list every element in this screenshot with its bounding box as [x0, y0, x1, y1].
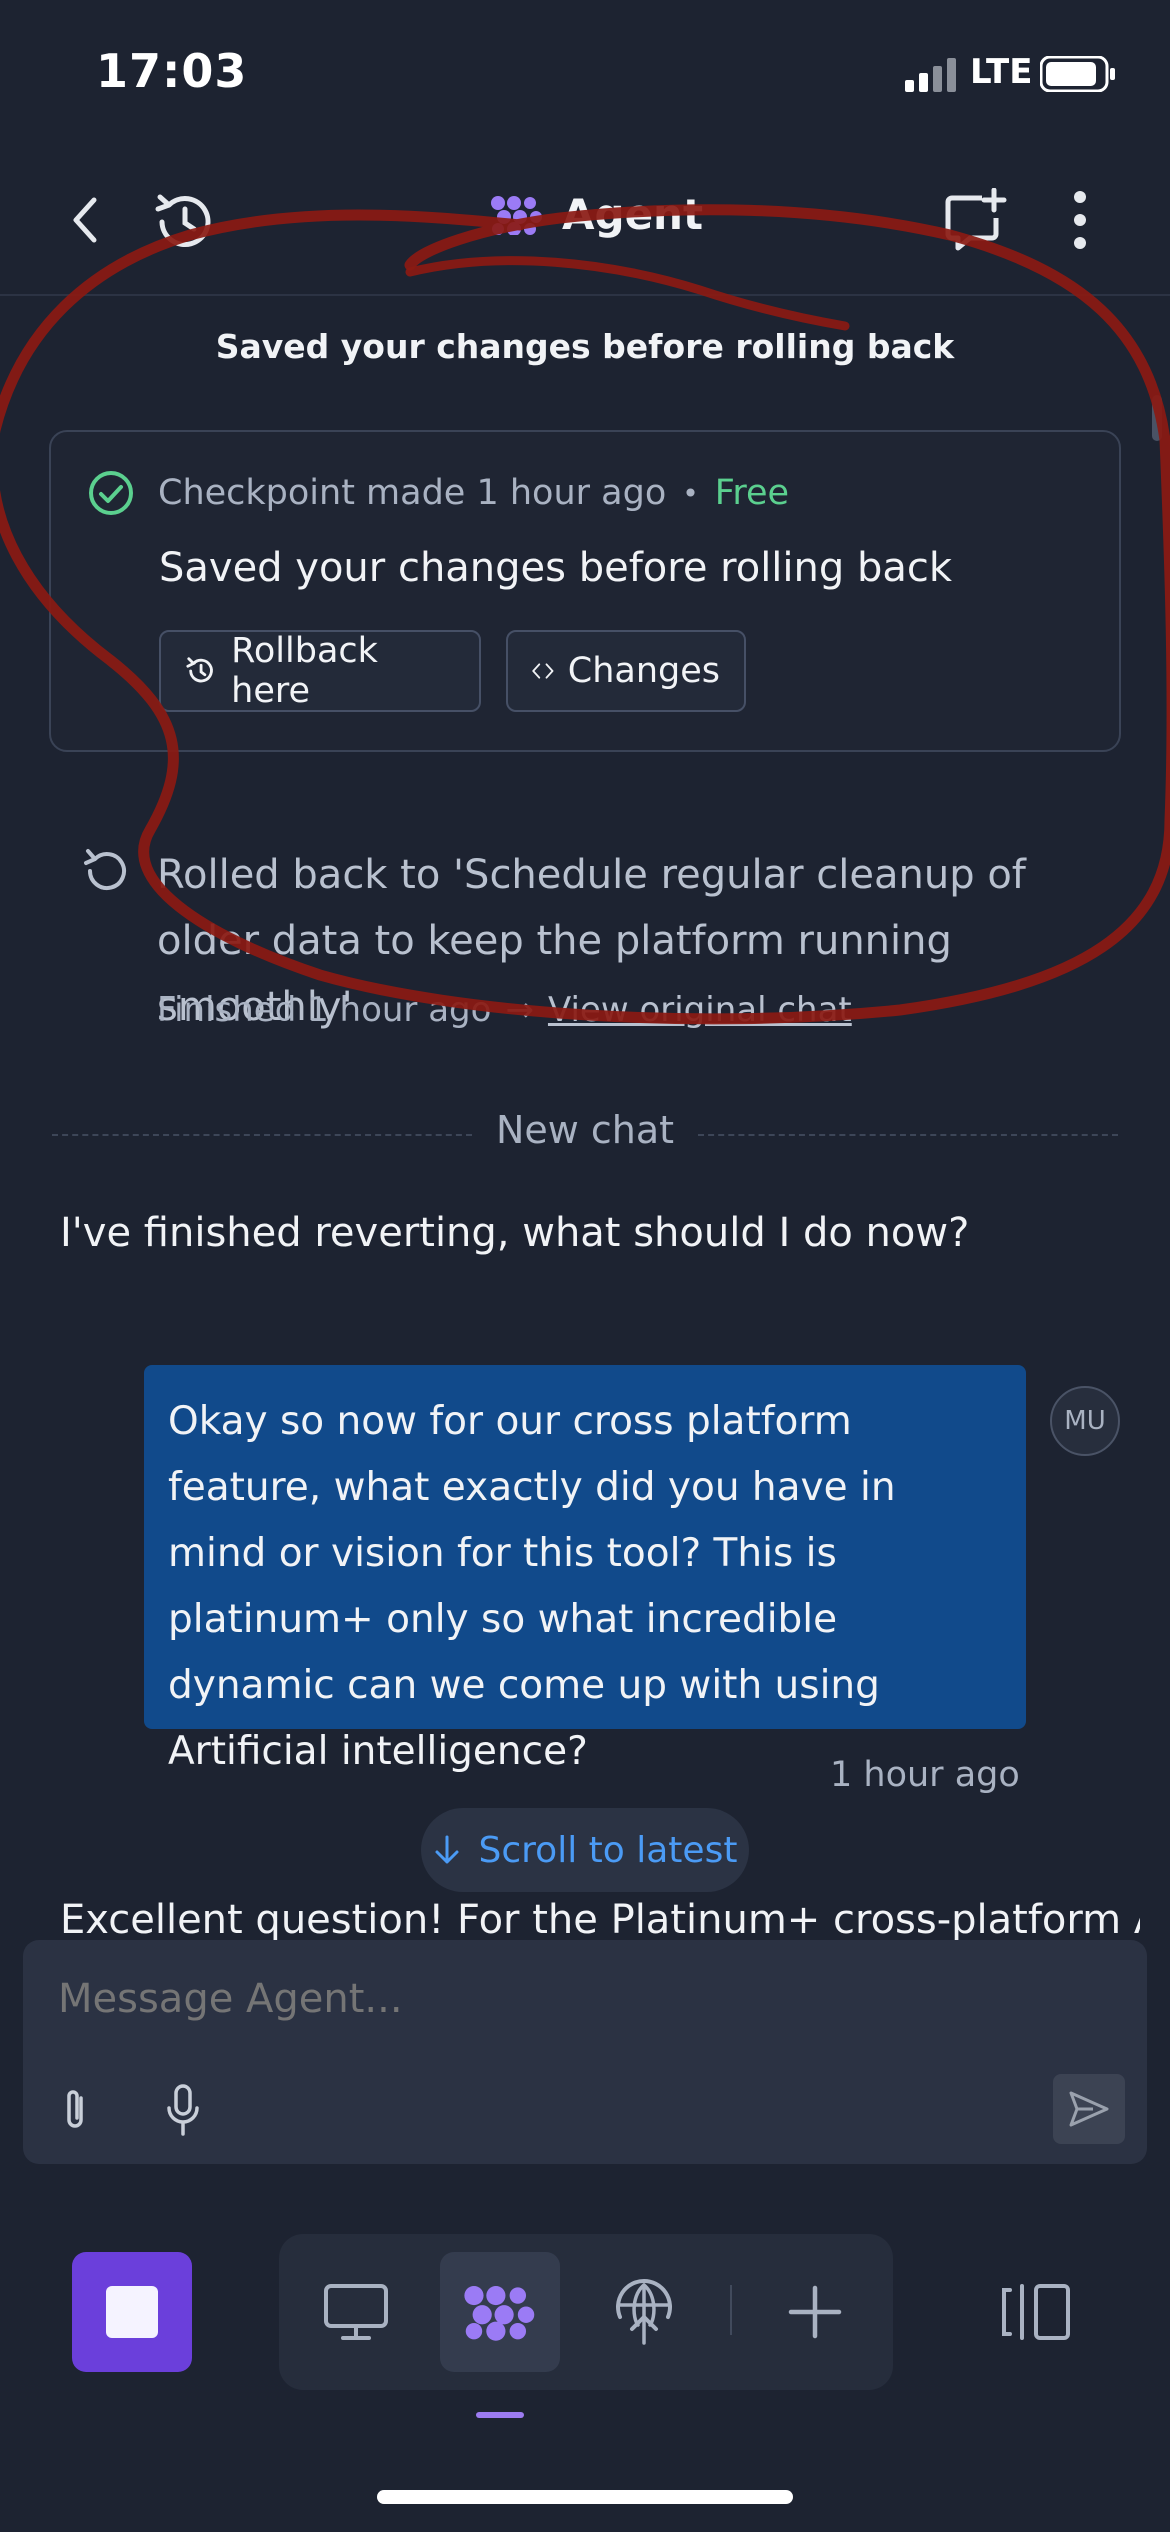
- new-chat-icon: [945, 188, 1007, 251]
- rollback-here-label: Rollback here: [231, 631, 378, 711]
- history-button[interactable]: [145, 182, 225, 262]
- agent-icon: [464, 2285, 535, 2341]
- scroll-to-latest-button[interactable]: Scroll to latest: [421, 1808, 749, 1892]
- send-button[interactable]: [1053, 2074, 1125, 2144]
- signal-icon: [905, 58, 956, 92]
- rollback-here-button[interactable]: Rollback here: [159, 630, 481, 712]
- new-chat-label: New chat: [495, 1108, 675, 1152]
- network-label: LTE: [970, 52, 1033, 92]
- agent-tab[interactable]: [440, 2252, 560, 2372]
- active-tab-indicator: [476, 2412, 524, 2418]
- check-circle-icon: [89, 471, 133, 515]
- scroll-to-latest-label: Scroll to latest: [478, 1829, 738, 1871]
- arrow-down-icon: [435, 1835, 459, 1864]
- add-tab-button[interactable]: [755, 2252, 875, 2372]
- checkpoint-title: Saved your changes before rolling back: [159, 545, 953, 591]
- changes-label: Changes: [567, 651, 720, 691]
- plus-icon: [788, 2285, 842, 2339]
- header-title: Agent: [490, 190, 703, 239]
- history-icon: [155, 194, 211, 248]
- changes-button[interactable]: Changes: [506, 630, 746, 712]
- view-original-chat-link[interactable]: View original chat: [548, 990, 852, 1030]
- stop-button[interactable]: [72, 2252, 192, 2372]
- header-title-text: Agent: [562, 190, 704, 239]
- status-time: 17:03: [96, 44, 248, 98]
- desktop-icon: [324, 2284, 388, 2340]
- deploy-icon: [616, 2279, 672, 2345]
- battery-icon: [1040, 56, 1115, 92]
- agent-message: I've finished reverting, what should I d…: [60, 1210, 970, 1256]
- meta-separator: •: [682, 476, 699, 510]
- agent-logo-icon: [491, 195, 542, 235]
- arrow-separator: →: [505, 990, 534, 1030]
- checkpoint-meta-row: Checkpoint made 1 hour ago • Free: [88, 470, 789, 516]
- checkpoint-meta: Checkpoint made 1 hour ago: [158, 473, 667, 513]
- code-icon: [532, 663, 554, 679]
- back-button[interactable]: [55, 190, 115, 250]
- undo-icon: [84, 849, 126, 891]
- new-chat-button[interactable]: [935, 180, 1015, 260]
- message-input[interactable]: [58, 1976, 958, 2022]
- toolbar-separator: [730, 2285, 732, 2335]
- mic-button[interactable]: [160, 2080, 206, 2140]
- more-button[interactable]: [1055, 185, 1105, 255]
- panels-button[interactable]: [976, 2252, 1096, 2372]
- message-timestamp: 1 hour ago: [830, 1755, 1020, 1795]
- desktop-tab[interactable]: [296, 2252, 416, 2372]
- panels-icon: [1002, 2284, 1070, 2340]
- agent-reply-preview: Excellent question! For the Platinum+ cr…: [60, 1897, 1140, 1943]
- avatar[interactable]: MU: [1050, 1386, 1120, 1456]
- user-message: Okay so now for our cross platform featu…: [144, 1365, 1026, 1774]
- send-icon: [1069, 2091, 1109, 2127]
- back-icon: [73, 197, 97, 243]
- history-small-icon: [186, 657, 213, 683]
- scrollbar-thumb[interactable]: [1152, 395, 1162, 441]
- home-indicator: [377, 2490, 793, 2504]
- attach-button[interactable]: [52, 2080, 98, 2140]
- paperclip-icon: [67, 2090, 83, 2128]
- price-badge: Free: [714, 473, 790, 513]
- mic-icon: [167, 2084, 199, 2136]
- more-icon: [1074, 191, 1086, 249]
- rollback-finished: Finished 1 hour ago: [157, 990, 492, 1030]
- deploy-tab[interactable]: [584, 2252, 704, 2372]
- rollback-subline: Finished 1 hour ago → View original chat: [157, 990, 852, 1030]
- stop-icon: [106, 2286, 158, 2338]
- checkpoint-notice: Saved your changes before rolling back: [215, 327, 955, 366]
